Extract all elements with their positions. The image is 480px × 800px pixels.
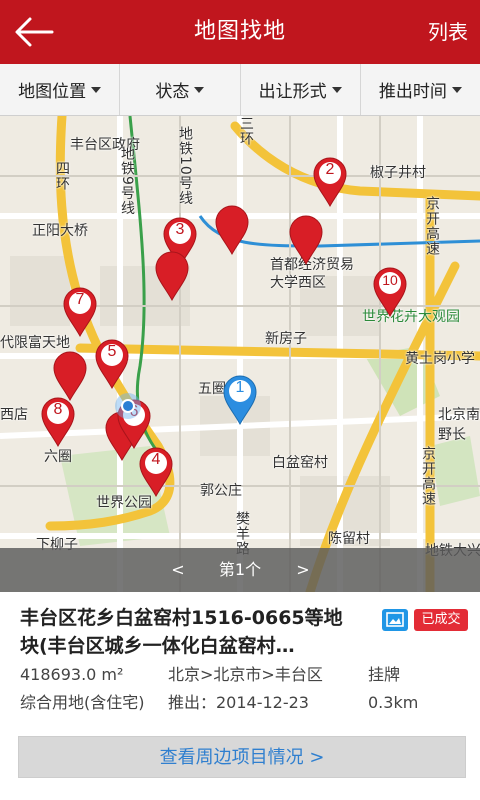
caret-down-icon	[194, 86, 205, 93]
map-marker-2[interactable]: 2	[312, 156, 348, 208]
status-badge: 已成交	[414, 609, 468, 631]
map-marker-10[interactable]: 10	[372, 266, 408, 318]
map-pin-icon	[155, 251, 189, 302]
detail-row: 418693.0 m² 北京>北京市>丰台区 挂牌	[20, 664, 470, 686]
map-label: 代限富天地	[0, 335, 70, 351]
map-label: 西店	[0, 407, 28, 423]
map-label: 椒子井村	[370, 165, 426, 181]
detail-row: 综合用地(含住宅) 推出：2014-12-23 0.3km	[20, 692, 470, 714]
map-label: 白盆窑村	[272, 455, 328, 471]
marker-number: 7	[75, 291, 85, 308]
caret-down-icon	[451, 86, 462, 93]
filter-transfer-type[interactable]: 出让形式	[241, 64, 361, 115]
map-label: 郭公庄	[200, 483, 242, 499]
page-title: 地图找地	[193, 19, 286, 44]
view-nearby-button[interactable]: 查看周边项目情况 >	[18, 736, 466, 778]
map-view[interactable]: 丰台区政府 正阳大桥 四环 三环 地铁10号线 地铁9号线 首都经济贸易大学西区…	[0, 116, 480, 592]
list-view-button[interactable]: 列表	[428, 0, 468, 64]
previous-button[interactable]: <	[163, 548, 193, 592]
result-pager: < 第1个 >	[0, 548, 480, 592]
filter-label: 推出时间	[378, 82, 447, 102]
next-button[interactable]: >	[288, 548, 318, 592]
marker-number: 8	[53, 401, 63, 418]
marker-number: 3	[175, 221, 185, 238]
filter-map-location[interactable]: 地图位置	[0, 64, 121, 115]
map-marker-7[interactable]: 7	[62, 286, 98, 338]
map-marker-5[interactable]: 5	[94, 338, 130, 390]
map-label: 新房子	[265, 331, 307, 347]
top-bar: 地图找地 列表	[0, 0, 480, 64]
marker-number: 1	[235, 379, 245, 396]
map-label: 黄土岗小学	[405, 351, 475, 367]
land-title: 丰台区花乡白盆窑村1516-0665等地块(丰台区城乡一体化白盆窑村…	[20, 607, 343, 657]
marker-number: 4	[151, 451, 161, 468]
launch-date: 推出：2014-12-23	[168, 693, 309, 712]
map-label: 六圈	[44, 449, 72, 465]
map-label: 京开高速	[420, 446, 436, 506]
map-marker-8[interactable]: 8	[40, 396, 76, 448]
caret-down-icon	[91, 86, 102, 93]
map-marker-4[interactable]: 4	[138, 446, 174, 498]
map-marker-plain[interactable]	[214, 204, 250, 256]
back-arrow-icon[interactable]	[8, 10, 64, 54]
map-label: 陈留村	[328, 531, 370, 547]
map-label: 野长	[438, 427, 466, 443]
current-location-icon	[114, 392, 142, 420]
land-location: 北京>北京市>丰台区	[168, 665, 323, 684]
land-use: 综合用地(含住宅)	[20, 693, 145, 712]
map-label: 地铁10号线	[177, 126, 193, 206]
map-pin-icon	[53, 351, 87, 402]
map-marker-plain[interactable]	[154, 250, 190, 302]
filter-bar: 地图位置 状态 出让形式 推出时间	[0, 64, 480, 116]
app-root: 地图找地 列表 地图位置 状态 出让形式 推出时间 丰台区政府 正阳大桥 四环 …	[0, 0, 480, 800]
image-icon	[382, 609, 408, 631]
filter-label: 地图位置	[18, 82, 87, 102]
land-detail-card[interactable]: 丰台区花乡白盆窑村1516-0665等地块(丰台区城乡一体化白盆窑村… 已成交 …	[0, 592, 480, 800]
marker-number: 10	[382, 272, 398, 288]
map-label: 三环	[238, 116, 254, 146]
marker-number: 2	[325, 161, 335, 178]
map-marker-plain[interactable]	[288, 214, 324, 266]
map-pin-icon	[215, 205, 249, 256]
filter-label: 出让形式	[258, 82, 327, 102]
map-label: 京开高速	[424, 196, 440, 256]
filter-status[interactable]: 状态	[120, 64, 241, 115]
map-pin-icon	[289, 215, 323, 266]
map-label: 正阳大桥	[32, 223, 88, 239]
land-area: 418693.0 m²	[20, 665, 124, 684]
caret-down-icon	[331, 86, 342, 93]
map-label: 四环	[54, 161, 70, 191]
land-status: 挂牌	[368, 665, 401, 684]
map-label: 北京南	[438, 407, 480, 423]
marker-number: 5	[107, 343, 117, 360]
map-marker-plain[interactable]	[52, 350, 88, 402]
filter-launch-time[interactable]: 推出时间	[361, 64, 480, 115]
map-marker-1-selected[interactable]: 1	[222, 374, 258, 426]
distance: 0.3km	[368, 693, 419, 712]
map-label: 地铁9号线	[119, 146, 135, 216]
page-indicator: 第1个	[218, 560, 262, 579]
filter-label: 状态	[155, 82, 190, 102]
